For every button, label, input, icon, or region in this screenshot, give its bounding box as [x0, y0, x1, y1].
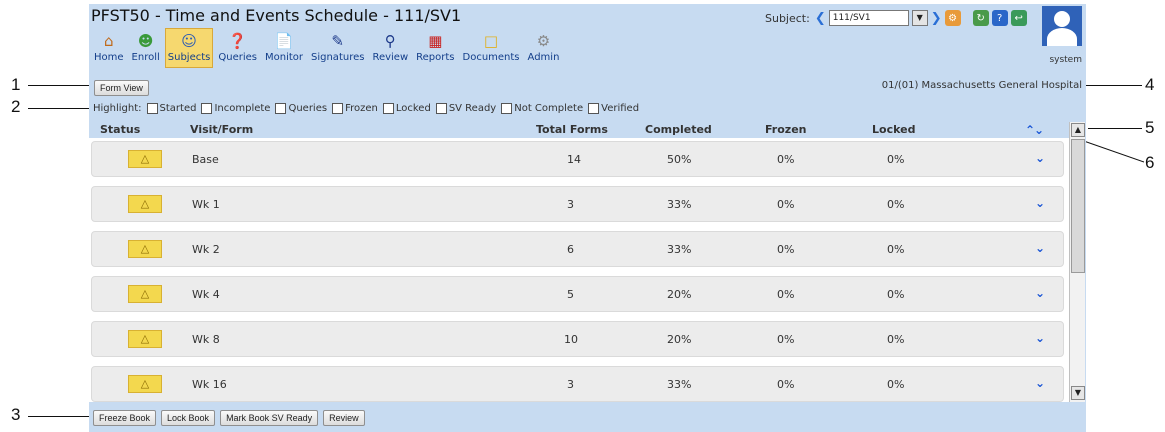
highlight-started-checkbox[interactable]	[146, 103, 158, 114]
scroll-down-icon[interactable]: ▼	[1071, 386, 1085, 400]
documents-icon: □	[483, 32, 499, 50]
callout-line-2	[28, 108, 91, 109]
top-bar: PFST50 - Time and Events Schedule - 111/…	[89, 4, 1086, 76]
subject-selector: Subject: ❮ 111/SV1 ▼ ❯ ⚙ ↻ ? ↩	[765, 10, 1027, 26]
footer-actions: Freeze Book Lock Book Mark Book SV Ready…	[93, 410, 365, 426]
table-row[interactable]: △ Wk 1 3 33% 0% 0% ⌄	[91, 186, 1064, 222]
scroll-up-icon[interactable]: ▲	[1071, 123, 1085, 137]
refresh-icon[interactable]: ↻	[972, 10, 989, 26]
callout-line-5	[1088, 128, 1142, 129]
highlight-queries-checkbox[interactable]	[275, 103, 287, 114]
highlight-label: Highlight:	[93, 103, 142, 114]
table-row[interactable]: △ Wk 2 6 33% 0% 0% ⌄	[91, 231, 1064, 267]
chevron-down-icon[interactable]: ⌄	[1035, 286, 1045, 300]
chevron-down-icon[interactable]: ▼	[911, 10, 928, 26]
callout-4: 4	[1145, 75, 1155, 94]
page-title: PFST50 - Time and Events Schedule - 111/…	[91, 6, 462, 25]
nav-review[interactable]: ⚲ Review	[369, 28, 411, 68]
nav-queries[interactable]: ❓ Queries	[215, 28, 260, 68]
freeze-book-button[interactable]: Freeze Book	[93, 410, 157, 426]
status-warning-icon: △	[128, 150, 162, 168]
lock-book-button[interactable]: Lock Book	[161, 410, 216, 426]
avatar	[1042, 6, 1082, 46]
help-icon[interactable]: ?	[991, 10, 1008, 26]
reports-icon: ▦	[428, 32, 443, 50]
chevron-down-icon[interactable]: ⌄	[1035, 331, 1045, 345]
queries-icon: ❓	[228, 32, 248, 50]
chevron-down-icon[interactable]: ⌄	[1035, 241, 1045, 255]
chevron-down-icon[interactable]: ⌄	[1035, 376, 1045, 390]
callout-5: 5	[1145, 118, 1155, 137]
table-row[interactable]: △ Wk 4 5 20% 0% 0% ⌄	[91, 276, 1064, 312]
expand-collapse-all-icon[interactable]: ⌃⌄	[1025, 123, 1044, 137]
col-completed: Completed	[645, 123, 712, 136]
callout-line-3	[28, 416, 91, 417]
col-status: Status	[100, 123, 141, 136]
callout-6: 6	[1145, 153, 1155, 172]
callout-line-1	[28, 85, 91, 86]
next-subject-icon[interactable]: ❯	[931, 11, 942, 26]
subjects-icon: ☺	[181, 32, 197, 50]
form-view-button[interactable]: Form View	[94, 80, 149, 96]
callout-2: 2	[11, 97, 21, 116]
highlight-filters: Highlight: Started Incomplete Queries Fr…	[93, 103, 640, 114]
highlight-locked-checkbox[interactable]	[382, 103, 394, 114]
subject-tool-icon[interactable]: ⚙	[944, 10, 961, 26]
nav-enroll[interactable]: ☻ Enroll	[129, 28, 163, 68]
callout-line-4	[1084, 85, 1142, 86]
review-button[interactable]: Review	[323, 410, 365, 426]
home-icon: ⌂	[104, 32, 114, 50]
subject-select[interactable]: 111/SV1	[828, 10, 909, 26]
status-warning-icon: △	[128, 375, 162, 393]
table-header: Status Visit/Form Total Forms Completed …	[89, 121, 1086, 138]
status-warning-icon: △	[128, 285, 162, 303]
site-label: 01/(01) Massachusetts General Hospital	[881, 80, 1082, 91]
mark-book-sv-ready-button[interactable]: Mark Book SV Ready	[220, 410, 319, 426]
main-nav: ⌂ Home ☻ Enroll ☺ Subjects ❓ Queries 📄 M…	[91, 28, 562, 68]
monitor-icon: 📄	[274, 32, 294, 50]
vertical-scrollbar[interactable]: ▲ ▼	[1069, 122, 1085, 402]
nav-monitor[interactable]: 📄 Monitor	[262, 28, 306, 68]
nav-reports[interactable]: ▦ Reports	[413, 28, 457, 68]
nav-signatures[interactable]: ✎ Signatures	[308, 28, 367, 68]
nav-admin[interactable]: ⚙ Admin	[525, 28, 563, 68]
callout-3: 3	[11, 405, 21, 424]
visit-list: △ Base 14 50% 0% 0% ⌄ △ Wk 1 3 33% 0% 0%…	[89, 138, 1069, 402]
status-warning-icon: △	[128, 330, 162, 348]
scroll-thumb[interactable]	[1071, 139, 1085, 273]
callout-1: 1	[11, 75, 21, 94]
table-row[interactable]: △ Base 14 50% 0% 0% ⌄	[91, 141, 1064, 177]
nav-home[interactable]: ⌂ Home	[91, 28, 127, 68]
col-frozen: Frozen	[765, 123, 807, 136]
table-row[interactable]: △ Wk 8 10 20% 0% 0% ⌄	[91, 321, 1064, 357]
col-locked: Locked	[872, 123, 916, 136]
nav-subjects[interactable]: ☺ Subjects	[164, 28, 214, 68]
prev-subject-icon[interactable]: ❮	[815, 11, 826, 26]
logout-icon[interactable]: ↩	[1010, 10, 1027, 26]
chevron-down-icon[interactable]: ⌄	[1035, 151, 1045, 165]
nav-documents[interactable]: □ Documents	[460, 28, 523, 68]
col-total-forms: Total Forms	[536, 123, 608, 136]
chevron-down-icon[interactable]: ⌄	[1035, 196, 1045, 210]
review-icon: ⚲	[384, 32, 396, 50]
username: system	[1049, 55, 1082, 65]
subject-label: Subject:	[765, 11, 810, 25]
highlight-verified-checkbox[interactable]	[588, 103, 600, 114]
admin-icon: ⚙	[536, 32, 551, 50]
col-visit-form: Visit/Form	[190, 123, 254, 136]
table-row[interactable]: △ Wk 16 3 33% 0% 0% ⌄	[91, 366, 1064, 402]
app-window: PFST50 - Time and Events Schedule - 111/…	[89, 4, 1086, 432]
enroll-icon: ☻	[137, 32, 154, 50]
highlight-incomplete-checkbox[interactable]	[201, 103, 213, 114]
highlight-sv-ready-checkbox[interactable]	[435, 103, 447, 114]
signatures-icon: ✎	[331, 32, 344, 50]
highlight-not-complete-checkbox[interactable]	[501, 103, 513, 114]
highlight-frozen-checkbox[interactable]	[332, 103, 344, 114]
status-warning-icon: △	[128, 195, 162, 213]
status-warning-icon: △	[128, 240, 162, 258]
